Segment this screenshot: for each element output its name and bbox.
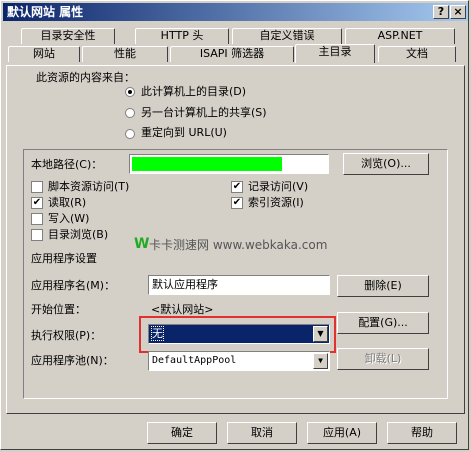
tab-documents[interactable]: 文档	[378, 46, 456, 62]
checkbox-write[interactable]	[31, 213, 43, 225]
tab-custom-errors[interactable]: 自定义错误	[232, 28, 342, 44]
exec-permissions-label: 执行权限(P)：	[31, 329, 102, 342]
ok-button[interactable]: 确定	[147, 422, 217, 444]
help-button[interactable]: 帮助	[387, 422, 457, 444]
radio-redirect-url[interactable]	[125, 129, 135, 139]
chevron-down-icon[interactable]: ▼	[313, 326, 328, 342]
unload-button[interactable]: 卸载(L)	[337, 348, 429, 370]
window-title: 默认网站 属性	[7, 5, 84, 19]
source-label: 此资源的内容来自：	[36, 71, 135, 84]
exec-permissions-select[interactable]: 无 ▼	[148, 324, 330, 344]
checkbox-dir-browse[interactable]	[31, 229, 43, 241]
tab-home-directory[interactable]: 主目录	[295, 44, 375, 63]
tab-isapi-filters[interactable]: ISAPI 筛选器	[170, 46, 294, 62]
app-pool-select[interactable]: DefaultAppPool ▼	[148, 351, 330, 371]
watermark-text: 卡卡测速网 www.webkaka.com	[149, 238, 328, 252]
checkbox-index[interactable]: ✔	[231, 197, 243, 209]
app-pool-label: 应用程序池(N)：	[31, 354, 114, 367]
tab-http-headers[interactable]: HTTP 头	[135, 28, 229, 44]
start-position-value: <默认网站>	[151, 303, 214, 316]
checkbox-log-visits[interactable]: ✔	[231, 181, 243, 193]
app-name-label: 应用程序名(M)：	[31, 279, 116, 292]
local-path-redaction	[132, 157, 282, 171]
checkbox-script-access[interactable]	[31, 181, 43, 193]
chevron-down-icon[interactable]: ▼	[313, 353, 328, 369]
cancel-button[interactable]: 取消	[227, 422, 297, 444]
browse-button[interactable]: 浏览(O)...	[343, 153, 429, 175]
local-path-input[interactable]	[129, 154, 329, 174]
checkbox-log-visits-label[interactable]: 记录访问(V)	[248, 180, 308, 194]
checkbox-read-label[interactable]: 读取(R)	[48, 196, 86, 210]
watermark-logo: W	[134, 236, 150, 252]
app-pool-value: DefaultAppPool	[152, 355, 237, 366]
checkbox-dir-browse-label[interactable]: 目录浏览(B)	[48, 228, 108, 242]
title-bar: 默认网站 属性 ? ×	[3, 3, 468, 21]
tab-directory-security[interactable]: 目录安全性	[21, 28, 115, 44]
close-title-button[interactable]: ×	[450, 5, 466, 19]
tab-performance[interactable]: 性能	[82, 46, 168, 62]
tab-website[interactable]: 网站	[8, 46, 80, 62]
local-path-label: 本地路径(C)：	[31, 158, 103, 171]
app-name-input[interactable]: 默认应用程序	[148, 275, 330, 295]
app-settings-label: 应用程序设置	[31, 252, 97, 265]
radio-local-dir-label[interactable]: 此计算机上的目录(D)	[141, 85, 246, 99]
help-title-button[interactable]: ?	[433, 5, 449, 19]
config-button[interactable]: 配置(G)...	[337, 312, 429, 334]
tab-aspnet[interactable]: ASP.NET	[345, 28, 455, 44]
radio-network-share[interactable]	[125, 108, 135, 118]
radio-local-dir[interactable]	[125, 87, 135, 97]
start-position-label: 开始位置：	[31, 303, 86, 316]
checkbox-read[interactable]: ✔	[31, 197, 43, 209]
apply-button[interactable]: 应用(A)	[307, 422, 377, 444]
checkbox-index-label[interactable]: 索引资源(I)	[248, 196, 304, 210]
exec-permissions-value: 无	[151, 326, 164, 341]
checkbox-script-access-label[interactable]: 脚本资源访问(T)	[48, 180, 129, 194]
delete-button[interactable]: 删除(E)	[337, 275, 429, 297]
checkbox-write-label[interactable]: 写入(W)	[48, 212, 89, 226]
properties-dialog: 默认网站 属性 ? × 目录安全性 HTTP 头 自定义错误 ASP.NET 网…	[0, 0, 469, 450]
radio-network-share-label[interactable]: 另一台计算机上的共享(S)	[141, 106, 267, 120]
radio-redirect-url-label[interactable]: 重定向到 URL(U)	[141, 126, 227, 140]
